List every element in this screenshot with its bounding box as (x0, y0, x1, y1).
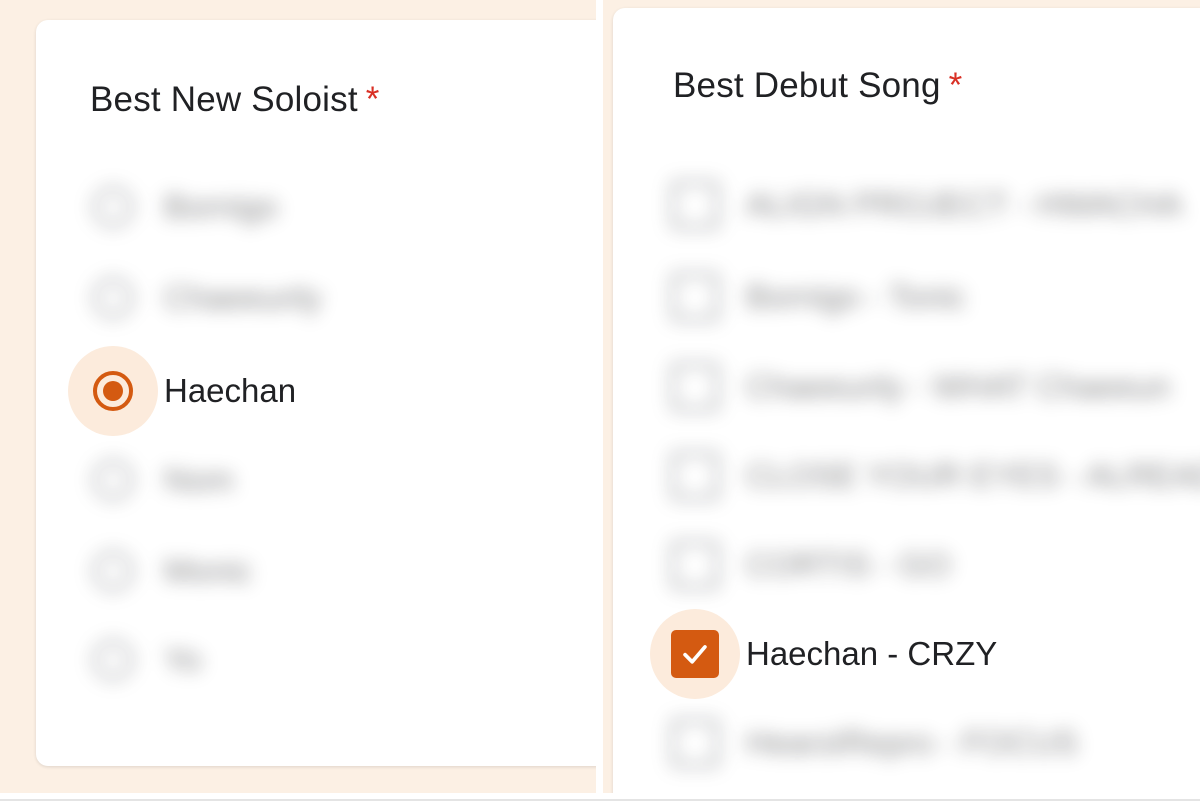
checkbox[interactable] (671, 273, 719, 321)
radio-button[interactable] (93, 187, 133, 227)
checkbox[interactable] (671, 719, 719, 767)
radio-option[interactable]: Chaeeunly (68, 253, 322, 343)
option-label: Haechan - CRZY (746, 635, 998, 672)
option-label: Yo (164, 641, 202, 678)
option-label: ALIGN PROJECT - HWACHA (746, 186, 1183, 223)
option-label: Monic (164, 552, 253, 589)
option-label: CORTIS - GO (746, 546, 951, 583)
radio-button[interactable] (93, 460, 133, 500)
question-title: Best New Soloist * (90, 80, 380, 119)
option-label: HearsIRepro - FOCUS (746, 724, 1078, 761)
checkbox-option[interactable]: HearsIRepro - FOCUS (650, 698, 1078, 788)
checkbox-option[interactable]: CORTIS - GO (650, 520, 951, 610)
checkbox-option[interactable]: CLOSE YOUR EYES - ALREADY (650, 431, 1200, 521)
radio-option[interactable]: Yo (68, 615, 201, 705)
checkbox-option[interactable]: Chaeeunly - WHAT Chaeeun (650, 342, 1170, 432)
radio-option[interactable]: Monic (68, 526, 252, 616)
option-label: Bornigo (164, 188, 278, 225)
option-label: Bornigo - Tonic (746, 278, 966, 315)
checkbox-checked[interactable] (671, 630, 719, 678)
required-asterisk: * (948, 66, 963, 105)
required-asterisk: * (365, 80, 380, 119)
question-card-best-new-soloist: Best New Soloist * Bornigo Chaeeunly Haec… (36, 20, 596, 766)
panel-divider (596, 0, 603, 801)
option-label: Chaeeunly - WHAT Chaeeun (746, 368, 1171, 405)
radio-dot-icon (103, 381, 123, 401)
option-label: Haechan (164, 372, 297, 409)
question-title: Best Debut Song * (673, 66, 963, 105)
radio-button[interactable] (93, 551, 133, 591)
option-label: CLOSE YOUR EYES - ALREADY (746, 457, 1200, 494)
checkbox[interactable] (671, 181, 719, 229)
radio-option[interactable]: Bornigo (68, 162, 278, 252)
left-form-panel: Best New Soloist * Bornigo Chaeeunly Haec… (0, 0, 596, 801)
checkbox-option-haechan-crzy[interactable]: Haechan - CRZY (650, 609, 997, 699)
radio-option-haechan[interactable]: Haechan (68, 346, 296, 436)
radio-button[interactable] (93, 640, 133, 680)
option-label: Chaeeunly (164, 279, 322, 316)
checkbox-option[interactable]: Bornigo - Tonic (650, 252, 966, 342)
checkbox[interactable] (671, 452, 719, 500)
checkbox[interactable] (671, 363, 719, 411)
option-label: Nom (164, 461, 234, 498)
radio-button[interactable] (93, 278, 133, 318)
question-card-best-debut-song: Best Debut Song * ALIGN PROJECT - HWACHA … (613, 8, 1200, 801)
checkbox-option[interactable]: ALIGN PROJECT - HWACHA (650, 160, 1182, 250)
checkmark-icon (683, 645, 707, 664)
selection-halo (68, 346, 158, 436)
checkbox[interactable] (671, 541, 719, 589)
radio-option[interactable]: Nom (68, 435, 234, 525)
radio-button-checked[interactable] (93, 371, 133, 411)
right-form-panel: Best Debut Song * ALIGN PROJECT - HWACHA … (603, 0, 1200, 801)
selection-halo (650, 609, 740, 699)
